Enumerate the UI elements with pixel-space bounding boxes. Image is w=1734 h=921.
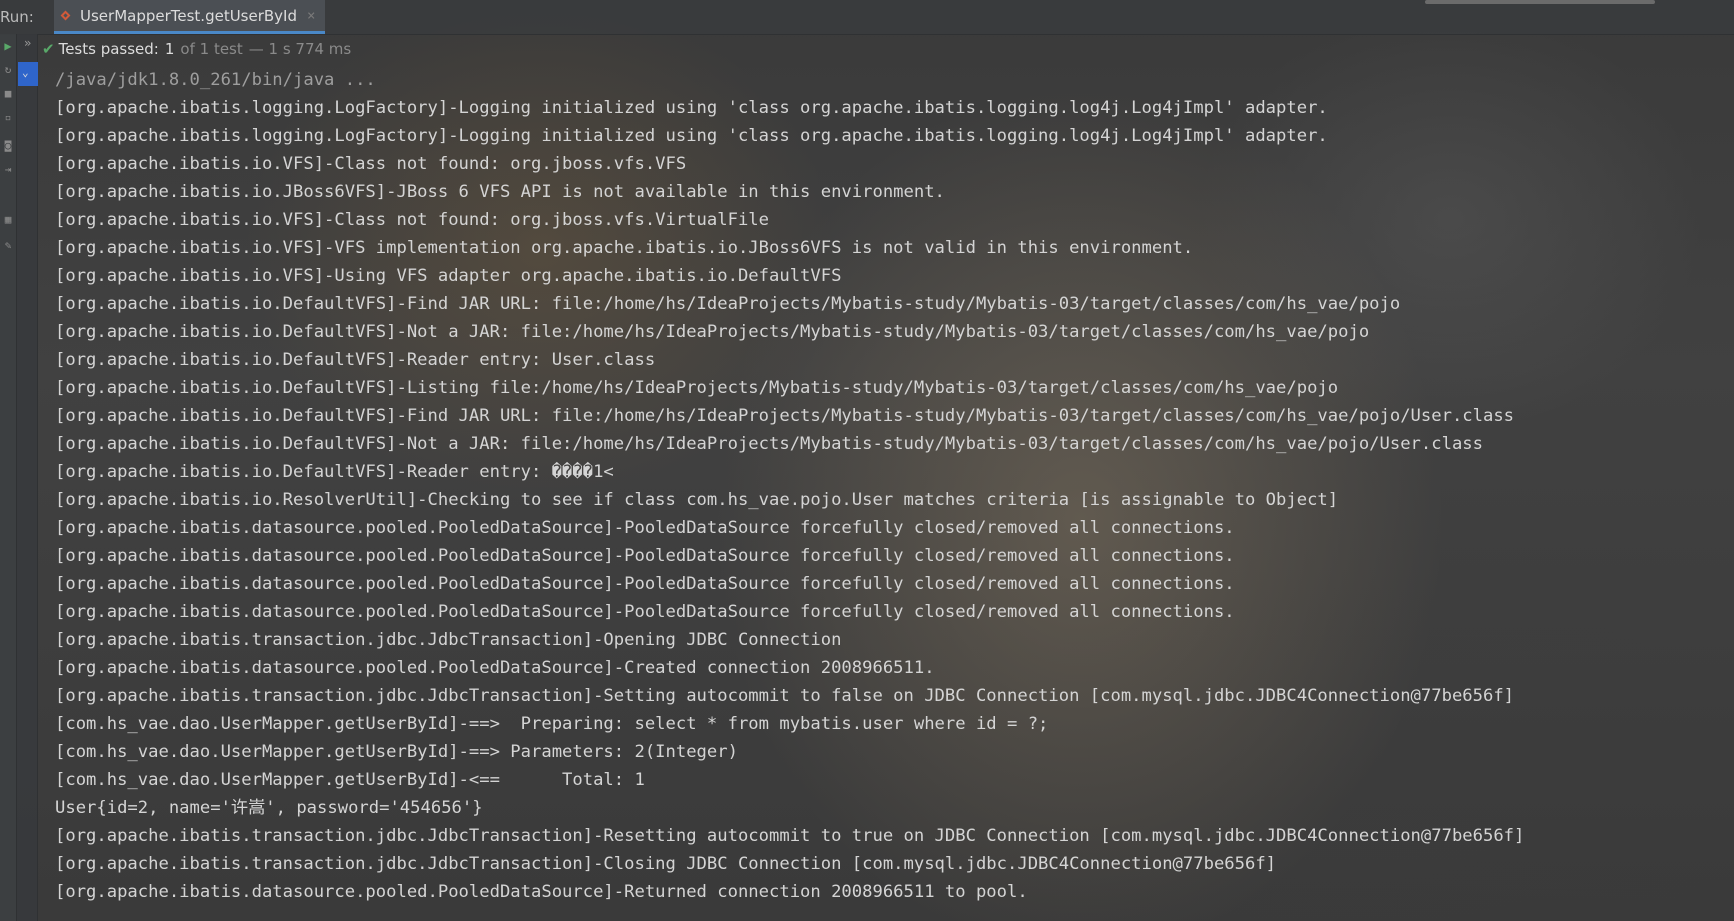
console-line: /java/jdk1.8.0_261/bin/java ... — [55, 70, 376, 90]
console-line: [org.apache.ibatis.io.VFS]-Class not fou… — [55, 210, 769, 230]
console-line: [org.apache.ibatis.io.DefaultVFS]-Reader… — [55, 350, 656, 370]
stop-icon[interactable]: ■ — [2, 88, 14, 100]
horizontal-scrollbar[interactable] — [1425, 0, 1655, 4]
console-line: [org.apache.ibatis.io.DefaultVFS]-Find J… — [55, 294, 1401, 314]
pin-icon[interactable]: ✎ — [2, 240, 14, 252]
layout-icon[interactable]: ▦ — [2, 214, 14, 226]
test-tree-panel — [17, 34, 38, 921]
run-tab[interactable]: UserMapperTest.getUserById × — [54, 0, 326, 34]
play-icon[interactable]: ▶ — [2, 40, 14, 52]
import-icon[interactable]: ⇥ — [2, 164, 14, 176]
console-line: [org.apache.ibatis.datasource.pooled.Poo… — [55, 518, 1235, 538]
box-icon[interactable]: ▫ — [2, 112, 14, 124]
console-line: [org.apache.ibatis.io.DefaultVFS]-Not a … — [55, 322, 1370, 342]
console-line: User{id=2, name='许嵩', password='454656'} — [55, 798, 483, 818]
console-line: [org.apache.ibatis.io.DefaultVFS]-Reader… — [55, 462, 614, 482]
console-line: [org.apache.ibatis.io.VFS]-VFS implement… — [55, 238, 1194, 258]
console-line: [org.apache.ibatis.datasource.pooled.Poo… — [55, 574, 1235, 594]
camera-icon[interactable]: ◙ — [2, 140, 14, 152]
console-line: [org.apache.ibatis.io.JBoss6VFS]-JBoss 6… — [55, 182, 945, 202]
console-line: [org.apache.ibatis.io.ResolverUtil]-Chec… — [55, 490, 1339, 510]
console-line: [org.apache.ibatis.io.VFS]-Using VFS ada… — [55, 266, 842, 286]
console-line: [org.apache.ibatis.transaction.jdbc.Jdbc… — [55, 854, 1277, 874]
status-label: Tests passed: — [58, 40, 159, 58]
console-line: [org.apache.ibatis.logging.LogFactory]-L… — [55, 126, 1328, 146]
console-line: [org.apache.ibatis.io.DefaultVFS]-Listin… — [55, 378, 1339, 398]
console-line: [org.apache.ibatis.io.DefaultVFS]-Find J… — [55, 406, 1515, 426]
run-tab-title: UserMapperTest.getUserById — [80, 6, 298, 25]
check-icon: ✔ — [42, 40, 55, 58]
console-line: [org.apache.ibatis.io.VFS]-Class not fou… — [55, 154, 687, 174]
console-line: [org.apache.ibatis.transaction.jdbc.Jdbc… — [55, 686, 1515, 706]
run-tab-bar: Run: UserMapperTest.getUserById × — [0, 0, 1734, 35]
console-line: [com.hs_vae.dao.UserMapper.getUserById]-… — [55, 770, 645, 790]
status-count: 1 — [164, 40, 175, 58]
console-line: [org.apache.ibatis.datasource.pooled.Poo… — [55, 882, 1028, 902]
console-line: [com.hs_vae.dao.UserMapper.getUserById]-… — [55, 714, 1049, 734]
console-line: [org.apache.ibatis.io.DefaultVFS]-Not a … — [55, 434, 1483, 454]
rerun-icon[interactable]: ↻ — [2, 64, 14, 76]
status-total: of 1 test — [180, 40, 243, 58]
test-class-icon — [62, 11, 72, 21]
console-line: [org.apache.ibatis.transaction.jdbc.Jdbc… — [55, 630, 842, 650]
console-line: [org.apache.ibatis.datasource.pooled.Poo… — [55, 546, 1235, 566]
run-tool-window: Run: UserMapperTest.getUserById × ▶ ↻ ■ … — [0, 0, 1734, 921]
status-duration: — 1 s 774 ms — [248, 40, 352, 58]
close-icon[interactable]: × — [307, 8, 315, 24]
test-tree-selected-node[interactable]: ⌄ — [18, 62, 38, 86]
console-line: [org.apache.ibatis.datasource.pooled.Poo… — [55, 658, 935, 678]
run-label: Run: — [0, 8, 34, 26]
console-line: [org.apache.ibatis.transaction.jdbc.Jdbc… — [55, 826, 1525, 846]
console-line: [org.apache.ibatis.datasource.pooled.Poo… — [55, 602, 1235, 622]
chevron-down-icon[interactable]: ⌄ — [22, 66, 29, 79]
test-status-bar: ✔ Tests passed: 1 of 1 test — 1 s 774 ms — [42, 40, 351, 58]
run-toolbar: ▶ ↻ ■ ▫ ◙ ⇥ ▦ ✎ — [0, 34, 17, 921]
expand-icon[interactable]: » — [24, 36, 31, 50]
console-line: [org.apache.ibatis.logging.LogFactory]-L… — [55, 98, 1328, 118]
console-line: [com.hs_vae.dao.UserMapper.getUserById]-… — [55, 742, 738, 762]
console-output[interactable]: /java/jdk1.8.0_261/bin/java ... [org.apa… — [55, 66, 1715, 906]
